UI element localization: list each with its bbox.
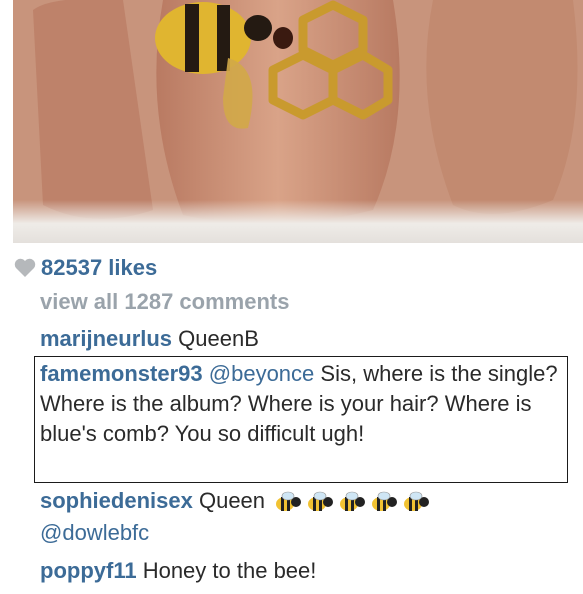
bee-emoji-icon [307,491,337,513]
bee-emoji-icon [273,491,305,513]
comment-text: QueenB [178,326,259,351]
likes-count[interactable]: 82537 likes [41,255,157,281]
comment-text: Honey to the bee! [142,558,317,583]
comment-username[interactable]: poppyf11 [40,558,137,583]
bee-emoji-group [273,491,433,513]
comment: sophiedenisex Queen [40,486,433,516]
comment-continuation: @dowlebfc [40,518,149,548]
comment-mention[interactable]: @beyonce [209,361,315,386]
comment-username[interactable]: sophiedenisex [40,488,193,513]
heart-icon[interactable] [14,258,36,278]
bee-emoji-icon [339,491,369,513]
comment-username[interactable]: famemonster93 [40,361,203,386]
comment: marijneurlus QueenB [40,324,259,354]
likes-row: 82537 likes [14,254,157,282]
photo-bottom-fade [13,200,583,243]
bee-emoji-icon [403,491,433,513]
comment: poppyf11 Honey to the bee! [40,556,316,586]
bee-emoji-icon [371,491,401,513]
highlighted-comment-box: famemonster93 @beyonce Sis, where is the… [34,356,568,483]
comment-username[interactable]: marijneurlus [40,326,172,351]
comment-text: Queen [198,488,266,513]
comment-mention[interactable]: @dowlebfc [40,520,149,545]
view-all-comments-link[interactable]: view all 1287 comments [40,289,289,315]
comment: famemonster93 @beyonce Sis, where is the… [40,359,566,449]
